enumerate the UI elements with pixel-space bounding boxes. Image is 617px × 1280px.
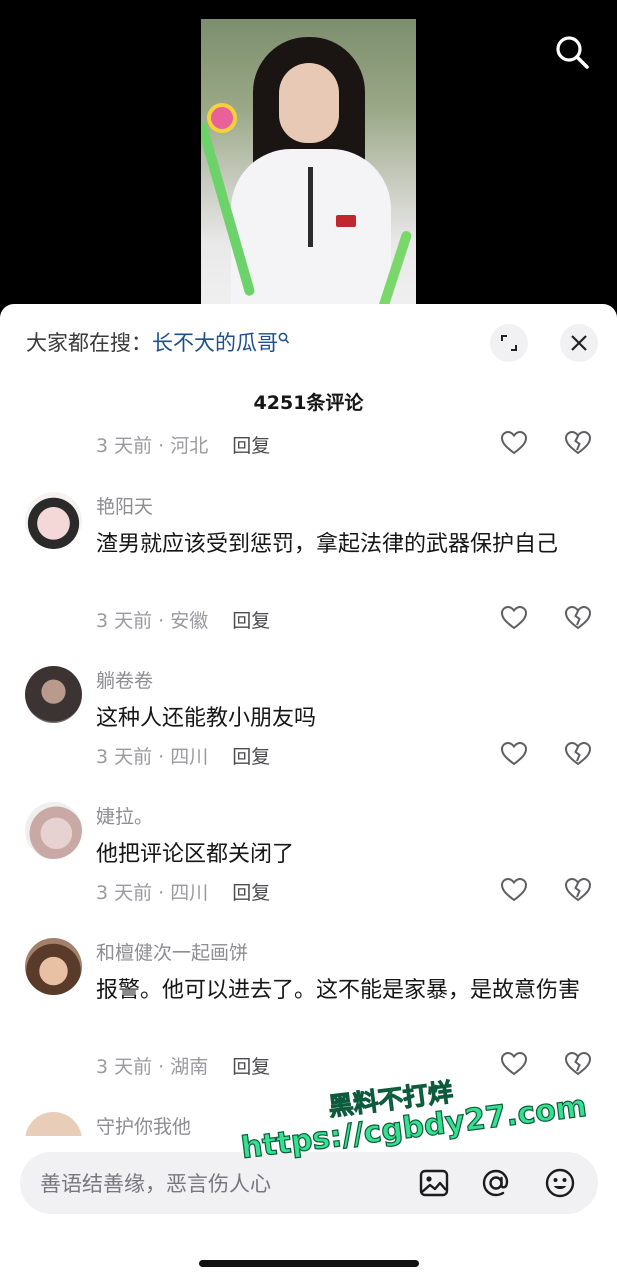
expand-button[interactable] [490, 324, 528, 362]
comment-list[interactable]: 3 天前 · 河北 回复 艳阳天 渣男就应该受到惩罚，拿起法律的武器保护自己 3 … [0, 424, 617, 1136]
broken-heart-icon[interactable] [564, 604, 592, 632]
home-indicator[interactable] [199, 1260, 419, 1267]
heart-icon[interactable] [500, 876, 528, 904]
close-button[interactable] [560, 324, 598, 362]
broken-heart-icon[interactable] [564, 1050, 592, 1078]
close-icon [571, 335, 587, 351]
video-frame [201, 19, 416, 319]
avatar[interactable] [25, 1112, 82, 1136]
hot-search[interactable]: 大家都在搜：长不大的瓜哥 [26, 328, 290, 358]
reply-button[interactable]: 回复 [232, 1056, 270, 1078]
comment-meta: 3 天前 · 河北 回复 [96, 435, 271, 457]
comment-count: 4251条评论 [253, 392, 364, 414]
avatar[interactable] [25, 802, 82, 859]
username[interactable]: 艳阳天 [96, 492, 153, 519]
search-small-icon [278, 332, 290, 344]
expand-icon [501, 335, 517, 351]
avatar[interactable] [25, 666, 82, 723]
heart-icon[interactable] [500, 1050, 528, 1078]
heart-icon[interactable] [500, 429, 528, 457]
heart-icon[interactable] [500, 604, 528, 632]
hot-search-keyword[interactable]: 长不大的瓜哥 [152, 331, 278, 355]
comment-meta: 3 天前 · 湖南 回复 [96, 1056, 271, 1078]
comment-meta: 3 天前 · 四川 回复 [96, 882, 271, 904]
comment-meta: 3 天前 · 四川 回复 [96, 746, 271, 768]
comment-text: 渣男就应该受到惩罚，拿起法律的武器保护自己 [96, 532, 559, 557]
broken-heart-icon[interactable] [564, 740, 592, 768]
broken-heart-icon[interactable] [564, 429, 592, 457]
username[interactable]: 守护你我他 [96, 1112, 191, 1136]
avatar[interactable] [25, 492, 82, 549]
reply-button[interactable]: 回复 [232, 882, 270, 904]
reply-button[interactable]: 回复 [232, 435, 270, 457]
sheet-header: 大家都在搜：长不大的瓜哥 4251条评论 [0, 304, 617, 414]
search-icon[interactable] [552, 32, 592, 72]
username[interactable]: 和檀健次一起画饼 [96, 938, 248, 965]
reply-button[interactable]: 回复 [232, 610, 270, 632]
heart-icon[interactable] [500, 740, 528, 768]
hot-search-prefix: 大家都在搜： [26, 331, 152, 355]
comment-text: 他把评论区都关闭了 [96, 842, 295, 867]
watermark: 黑料不打烊 https://cgbdy27.com [239, 1077, 600, 1180]
username[interactable]: 躺卷卷 [96, 666, 153, 693]
comment-meta: 3 天前 · 安徽 回复 [96, 610, 271, 632]
broken-heart-icon[interactable] [564, 876, 592, 904]
reply-button[interactable]: 回复 [232, 746, 270, 768]
comment-text: 报警。他可以进去了。这不能是家暴，是故意伤害 [96, 978, 581, 1003]
username[interactable]: 婕拉。 [96, 802, 153, 829]
avatar[interactable] [25, 938, 82, 995]
video-player[interactable] [0, 0, 617, 320]
comment-text: 这种人还能教小朋友吗 [96, 706, 317, 731]
comment-input-placeholder: 善语结善缘，恶言伤人心 [40, 1172, 271, 1196]
